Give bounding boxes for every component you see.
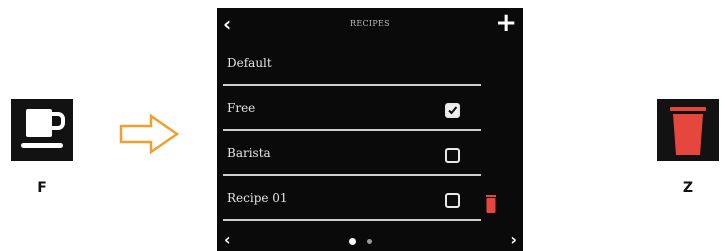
bottom-bar: ‹ › — [217, 228, 523, 251]
delete-recipe-trash-icon[interactable] — [485, 195, 497, 213]
recipe-row-default[interactable]: Default — [217, 42, 487, 86]
recipe-label: Recipe 01 — [227, 191, 288, 205]
delete-key-caption: Z — [682, 180, 694, 196]
next-page-button[interactable]: › — [510, 230, 517, 249]
recipe-01-checkbox[interactable] — [445, 193, 460, 208]
row-divider — [223, 129, 481, 131]
coffee-key[interactable] — [11, 99, 73, 161]
checkmark-icon — [448, 106, 458, 115]
trash-icon — [670, 107, 706, 155]
coffee-key-caption: F — [37, 180, 47, 196]
recipe-label: Free — [227, 101, 256, 115]
top-bar: ‹ RECIPES + — [217, 8, 523, 42]
delete-key[interactable] — [657, 99, 719, 161]
recipe-label: Barista — [227, 146, 271, 160]
row-divider — [223, 174, 481, 176]
add-recipe-button[interactable]: + — [495, 10, 517, 36]
barista-checkbox[interactable] — [445, 148, 460, 163]
page-dot-active[interactable] — [349, 238, 356, 245]
recipes-screen: ‹ RECIPES + Default Free Barista Recipe … — [217, 8, 523, 251]
previous-page-button[interactable]: ‹ — [224, 230, 231, 249]
arrow-right-outline-icon — [119, 114, 179, 154]
screen-title: RECIPES — [350, 19, 390, 28]
page-dot[interactable] — [367, 239, 372, 244]
recipe-label: Default — [227, 56, 272, 70]
row-divider — [223, 219, 481, 221]
row-divider — [223, 84, 481, 86]
free-checkbox-checked[interactable] — [445, 103, 460, 118]
coffee-cup-icon — [21, 109, 65, 148]
